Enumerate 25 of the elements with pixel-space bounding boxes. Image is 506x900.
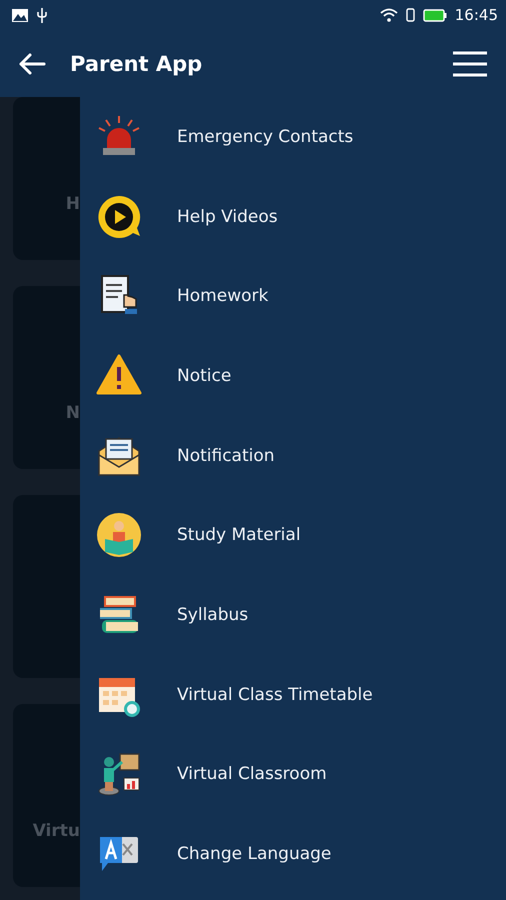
menu-item[interactable]: Study Material	[80, 495, 506, 576]
card-label: N	[66, 402, 80, 422]
menu-item[interactable]: Homework	[80, 256, 506, 336]
battery-icon	[422, 8, 447, 22]
phone-icon	[406, 8, 415, 22]
clock-time: 16:45	[454, 6, 498, 24]
menu-item[interactable]: Change Language	[80, 814, 506, 894]
play-bubble-icon	[96, 194, 142, 240]
image-icon	[12, 8, 28, 22]
menu-item[interactable]: Virtual Class Timetable	[80, 654, 506, 734]
menu-item[interactable]: Syllabus	[80, 575, 506, 655]
menu-icon[interactable]	[452, 50, 488, 76]
teacher-board-icon	[96, 751, 142, 798]
wifi-icon	[380, 8, 398, 22]
card-label: Virtu	[32, 820, 80, 840]
menu-item[interactable]: Emergency Contacts	[80, 97, 506, 177]
menu-item[interactable]: Notice	[80, 336, 506, 416]
menu-item[interactable]: Virtual Classroom	[80, 734, 506, 814]
reader-icon	[96, 512, 142, 558]
back-arrow-icon[interactable]	[18, 52, 46, 76]
app-title: Parent App	[70, 52, 204, 76]
menu-item[interactable]: Notification	[80, 416, 506, 496]
usb-icon	[36, 8, 48, 22]
menu-item[interactable]: Help Videos	[80, 176, 506, 256]
card-label: H	[66, 194, 80, 214]
